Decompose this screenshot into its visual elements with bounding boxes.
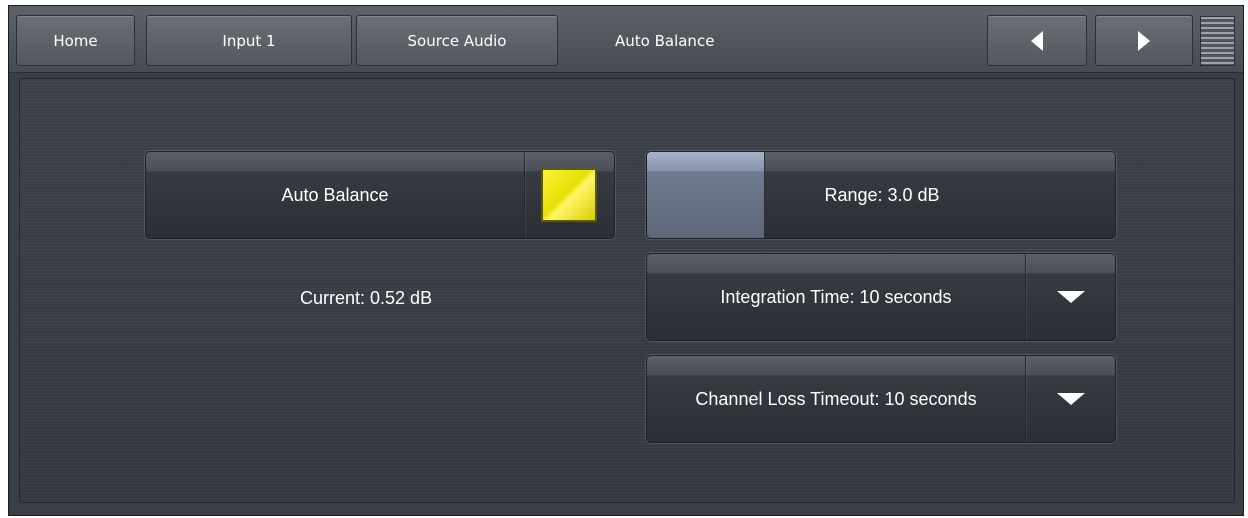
app-window: Home Input 1 Source Audio Auto Balance A…	[8, 5, 1244, 516]
range-label: Range: 3.0 dB	[824, 184, 940, 205]
integration-time-label: Integration Time: 10 seconds	[720, 286, 952, 307]
home-button[interactable]: Home	[16, 15, 135, 66]
input-1-button[interactable]: Input 1	[146, 15, 352, 66]
triangle-right-icon	[1138, 30, 1150, 51]
current-balance-readout: Current: 0.52 dB	[300, 288, 433, 308]
channel-loss-timeout-dropdown[interactable]: Channel Loss Timeout: 10 seconds	[646, 355, 1116, 443]
chevron-down-icon	[1057, 393, 1085, 405]
auto-balance-toggle-button[interactable]: Auto Balance	[145, 151, 615, 239]
channel-loss-timeout-label: Channel Loss Timeout: 10 seconds	[695, 388, 977, 409]
current-page-title: Auto Balance	[615, 31, 715, 50]
auto-balance-panel: Auto Balance Current: 0.52 dB Range: 3.0…	[19, 78, 1235, 503]
channel-loss-timeout-dropdown-button[interactable]	[1026, 356, 1116, 442]
range-slider[interactable]: Range: 3.0 dB	[646, 151, 1116, 239]
home-button-label: Home	[53, 31, 98, 50]
integration-time-dropdown[interactable]: Integration Time: 10 seconds	[646, 253, 1116, 341]
next-button[interactable]	[1095, 15, 1193, 66]
previous-button[interactable]	[987, 15, 1087, 66]
auto-balance-indicator[interactable]	[541, 168, 597, 222]
menu-lines-icon[interactable]	[1200, 16, 1235, 66]
integration-time-dropdown-button[interactable]	[1026, 254, 1116, 340]
source-audio-button[interactable]: Source Audio	[356, 15, 558, 66]
triangle-left-icon	[1031, 30, 1043, 51]
input-1-button-label: Input 1	[222, 31, 276, 50]
source-audio-button-label: Source Audio	[407, 31, 507, 50]
chevron-down-icon	[1057, 291, 1085, 303]
auto-balance-divider	[524, 152, 525, 238]
top-nav-bar: Home Input 1 Source Audio Auto Balance	[9, 6, 1243, 73]
auto-balance-label: Auto Balance	[281, 184, 389, 205]
